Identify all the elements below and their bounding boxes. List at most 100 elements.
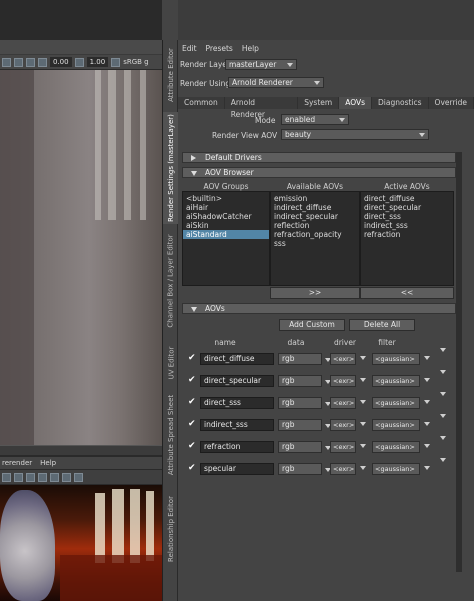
list-item[interactable]: aiShadowCatcher: [186, 212, 266, 221]
snapshot-icon[interactable]: [26, 472, 35, 482]
zoom-icon[interactable]: [74, 472, 83, 482]
list-item[interactable]: aiHair: [186, 203, 266, 212]
region-icon[interactable]: [38, 472, 47, 482]
add-custom-button[interactable]: Add Custom: [279, 319, 345, 331]
tab-relationship-editor[interactable]: Relationship Editor: [163, 484, 179, 574]
chevron-down-icon[interactable]: [360, 422, 366, 426]
viewport-scene[interactable]: [0, 70, 162, 445]
aov-groups-list[interactable]: <builtin> aiHair aiShadowCatcher aiSkin …: [182, 191, 270, 286]
tab-arnold-renderer[interactable]: Arnold Renderer: [225, 97, 299, 119]
list-item[interactable]: sss: [274, 239, 356, 248]
enabled-checkbox[interactable]: ✔: [188, 420, 197, 429]
aov-filter-dropdown[interactable]: <gaussian>: [372, 353, 420, 365]
exposure-field[interactable]: 0.00: [50, 57, 72, 67]
chevron-down-icon[interactable]: [360, 356, 366, 360]
list-item[interactable]: indirect_sss: [364, 221, 450, 230]
row-options-icon[interactable]: [440, 436, 446, 440]
chevron-down-icon[interactable]: [424, 400, 430, 404]
frame-icon[interactable]: [14, 57, 23, 67]
aov-filter-dropdown[interactable]: <gaussian>: [372, 419, 420, 431]
list-item[interactable]: aiSkin: [186, 221, 266, 230]
chevron-down-icon[interactable]: [424, 378, 430, 382]
default-drivers-section[interactable]: Default Drivers: [182, 152, 456, 163]
panel-scrollbar[interactable]: [456, 152, 462, 572]
tab-channel-box[interactable]: Channel Box / Layer Editor: [163, 226, 179, 336]
aov-name-field[interactable]: direct_diffuse: [200, 353, 274, 365]
enabled-checkbox[interactable]: ✔: [188, 376, 197, 385]
chevron-down-icon[interactable]: [424, 466, 430, 470]
menu-help[interactable]: Help: [40, 459, 56, 467]
chevron-down-icon[interactable]: [424, 422, 430, 426]
aov-name-field[interactable]: direct_sss: [200, 397, 274, 409]
aov-driver-dropdown[interactable]: <exr>: [330, 441, 356, 453]
enabled-checkbox[interactable]: ✔: [188, 398, 197, 407]
gamma-field[interactable]: 1.00: [86, 57, 109, 67]
tab-attribute-editor[interactable]: Attribute Editor: [163, 40, 179, 110]
chevron-down-icon[interactable]: [360, 378, 366, 382]
rgb-icon[interactable]: [50, 472, 59, 482]
ipr-icon[interactable]: [14, 472, 23, 482]
aov-driver-dropdown[interactable]: <exr>: [330, 463, 356, 475]
aov-filter-dropdown[interactable]: <gaussian>: [372, 397, 420, 409]
aov-filter-dropdown[interactable]: <gaussian>: [372, 441, 420, 453]
enabled-checkbox[interactable]: ✔: [188, 442, 197, 451]
aov-name-field[interactable]: specular: [200, 463, 274, 475]
aov-data-dropdown[interactable]: rgb: [278, 463, 331, 475]
aov-name-field[interactable]: refraction: [200, 441, 274, 453]
aov-data-dropdown[interactable]: rgb: [278, 441, 331, 453]
list-item[interactable]: refraction: [364, 230, 450, 239]
list-item[interactable]: reflection: [274, 221, 356, 230]
chevron-down-icon[interactable]: [360, 400, 366, 404]
add-aov-button[interactable]: >>: [270, 287, 360, 299]
aov-name-field[interactable]: direct_specular: [200, 375, 274, 387]
list-item[interactable]: direct_specular: [364, 203, 450, 212]
enabled-checkbox[interactable]: ✔: [188, 464, 197, 473]
list-item-selected[interactable]: aiStandard: [183, 230, 269, 239]
row-options-icon[interactable]: [440, 348, 446, 352]
aov-driver-dropdown[interactable]: <exr>: [330, 375, 356, 387]
aovs-section[interactable]: AOVs: [182, 303, 456, 314]
chevron-down-icon[interactable]: [424, 444, 430, 448]
colorspace-icon[interactable]: [111, 57, 121, 67]
tab-system[interactable]: System: [298, 97, 340, 109]
list-item[interactable]: direct_diffuse: [364, 194, 450, 203]
render-view-aov-dropdown[interactable]: beauty: [281, 129, 429, 140]
tab-uv-editor[interactable]: UV Editor: [163, 338, 179, 388]
aov-data-dropdown[interactable]: rgb: [278, 353, 331, 365]
aov-data-dropdown[interactable]: rgb: [278, 419, 331, 431]
grid-icon[interactable]: [2, 57, 11, 67]
menu-edit[interactable]: Edit: [182, 44, 197, 53]
aov-filter-dropdown[interactable]: <gaussian>: [372, 375, 420, 387]
aov-data-dropdown[interactable]: rgb: [278, 397, 331, 409]
list-item[interactable]: refraction_opacity: [274, 230, 356, 239]
gear-icon[interactable]: [38, 57, 47, 67]
aov-driver-dropdown[interactable]: <exr>: [330, 397, 356, 409]
tab-diagnostics[interactable]: Diagnostics: [372, 97, 429, 109]
chevron-down-icon[interactable]: [424, 356, 430, 360]
alpha-icon[interactable]: [62, 472, 71, 482]
gamma-icon[interactable]: [74, 57, 84, 67]
list-item[interactable]: indirect_diffuse: [274, 203, 356, 212]
tab-attribute-spread-sheet[interactable]: Attribute Spread Sheet: [163, 390, 179, 480]
list-item[interactable]: emission: [274, 194, 356, 203]
tab-render-settings[interactable]: Render Settings (masterLayer): [163, 112, 179, 224]
enabled-checkbox[interactable]: ✔: [188, 354, 197, 363]
row-options-icon[interactable]: [440, 458, 446, 462]
aov-data-dropdown[interactable]: rgb: [278, 375, 331, 387]
list-item[interactable]: indirect_specular: [274, 212, 356, 221]
menu-help[interactable]: Help: [242, 44, 259, 53]
list-item[interactable]: direct_sss: [364, 212, 450, 221]
tab-aovs[interactable]: AOVs: [339, 97, 373, 109]
row-options-icon[interactable]: [440, 392, 446, 396]
mode-dropdown[interactable]: enabled: [281, 114, 349, 125]
list-item[interactable]: <builtin>: [186, 194, 266, 203]
camera-icon[interactable]: [26, 57, 35, 67]
active-aovs-list[interactable]: direct_diffuse direct_specular direct_ss…: [360, 191, 454, 286]
row-options-icon[interactable]: [440, 370, 446, 374]
aov-name-field[interactable]: indirect_sss: [200, 419, 274, 431]
chevron-down-icon[interactable]: [360, 466, 366, 470]
aov-browser-section[interactable]: AOV Browser: [182, 167, 456, 178]
chevron-down-icon[interactable]: [360, 444, 366, 448]
tab-override[interactable]: Override: [429, 97, 474, 109]
aov-driver-dropdown[interactable]: <exr>: [330, 419, 356, 431]
